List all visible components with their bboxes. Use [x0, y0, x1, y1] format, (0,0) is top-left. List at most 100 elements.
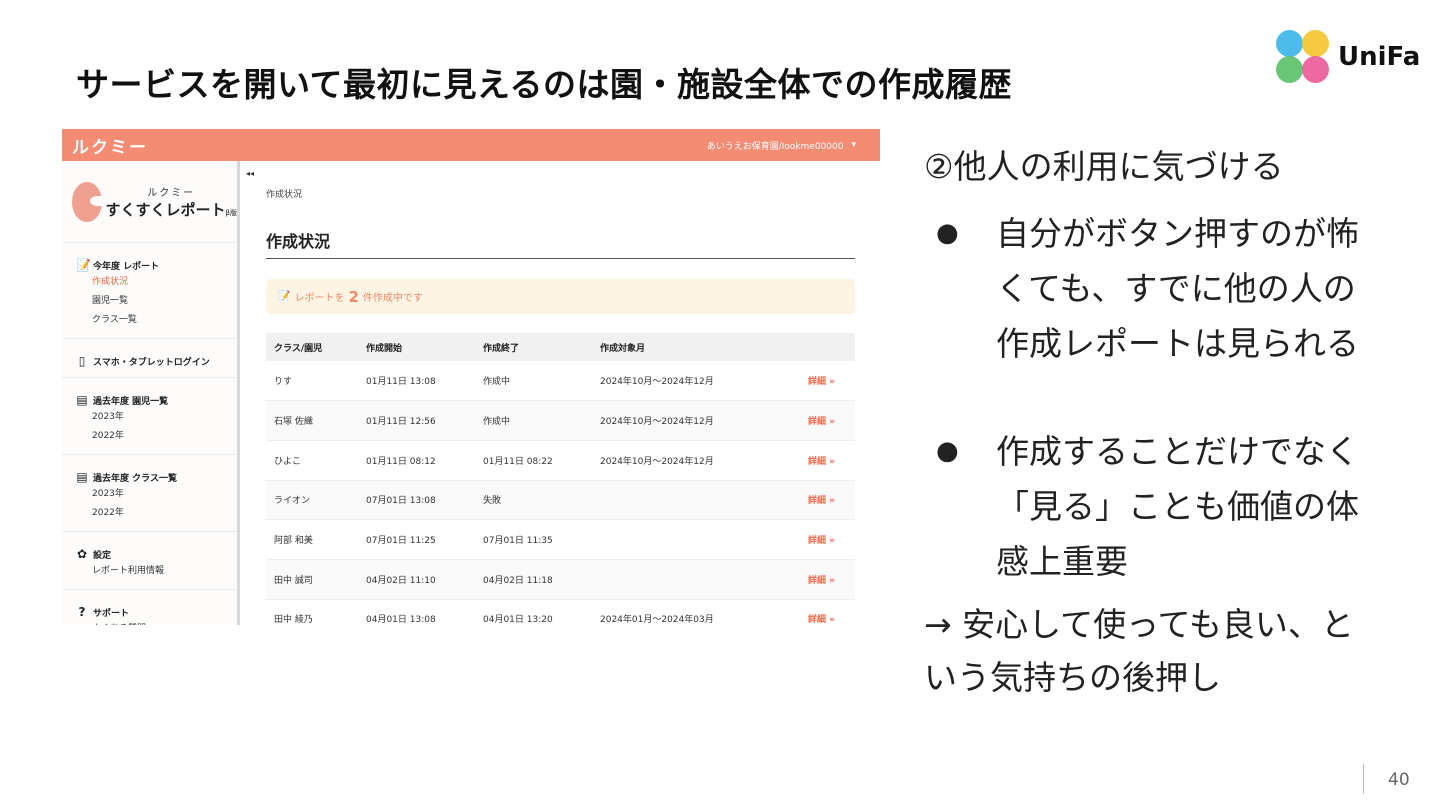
account-menu[interactable]: あいうえお保育園/lookme00000 ▾: [707, 139, 870, 152]
sidebar-section-title: 過去年度 園児一覧: [93, 396, 169, 407]
page-divider: [1363, 764, 1364, 794]
table-row: ライオン 07月01日 13:08 失敗 詳細 »: [266, 480, 855, 521]
sidebar-section: 📝 今年度 レポート 作成状況 園児一覧 クラス一覧: [62, 243, 237, 339]
sidebar-item[interactable]: 2023年: [76, 408, 237, 427]
table-row: 石塚 佐織 01月11日 12:56 作成中 2024年10月〜2024年12月 詳細 …: [266, 400, 855, 441]
sidebar-item[interactable]: よくある質問: [76, 620, 237, 625]
table-cell: 田中 誠司: [266, 559, 358, 600]
brand-beta: β版: [225, 208, 237, 217]
sidebar-section-title: 設定: [93, 550, 112, 561]
table-cell: ひよこ: [266, 440, 358, 481]
sidebar-section: ▤ 過去年度 園児一覧 2023年 2022年: [62, 378, 237, 455]
sidebar-item[interactable]: クラス一覧: [76, 311, 237, 330]
app-header: ルクミー あいうえお保育園/lookme00000 ▾: [62, 129, 880, 161]
breadcrumb: 作成状況: [266, 190, 303, 200]
detail-link[interactable]: 詳細 »: [800, 599, 855, 625]
in-progress-count: 2: [348, 287, 359, 306]
sidebar-section-header[interactable]: ▤ 過去年度 園児一覧: [76, 392, 237, 408]
table-row: りす 01月11日 13:08 作成中 2024年10月〜2024年12月 詳細 »: [266, 361, 855, 402]
gear-icon: ✿: [76, 547, 88, 561]
in-progress-notice: 📝 レポートを 2 件作成中です: [266, 279, 855, 314]
detail-link[interactable]: 詳細 »: [800, 440, 855, 481]
sidebar-brand[interactable]: ルクミー すくすくレポートβ版: [62, 161, 237, 243]
column-header: [800, 333, 855, 361]
sidebar-section-title: 過去年度 クラス一覧: [93, 473, 177, 484]
sidebar-section-header[interactable]: ▤ 過去年度 クラス一覧: [76, 469, 237, 485]
brand-main: すくすくレポート: [105, 200, 226, 219]
slide-title: サービスを開いて最初に見えるのは園・施設全体での作成履歴: [76, 65, 1013, 104]
column-header: 作成開始: [366, 343, 403, 354]
sidebar-item[interactable]: 2023年: [76, 485, 237, 504]
table-cell: 2024年10月〜2024年12月: [592, 440, 800, 481]
report-icon: 📝: [278, 291, 291, 302]
table-row: 田中 綾乃 04月01日 13:08 04月01日 13:20 2024年01月〜20…: [266, 599, 855, 625]
sidebar-section-header[interactable]: ? サポート: [76, 604, 237, 620]
logo-mark-icon: [1276, 30, 1330, 84]
table-cell: 阿部 和美: [266, 519, 358, 560]
column-header: 作成終了: [483, 343, 520, 354]
table-cell: ライオン: [266, 480, 358, 521]
table-row: ひよこ 01月11日 08:12 01月11日 08:22 2024年10月〜2024…: [266, 440, 855, 481]
table-cell: 石塚 佐織: [266, 400, 358, 441]
bullet-dot-icon: ●: [936, 436, 959, 466]
table-cell: 07月01日 11:35: [475, 519, 592, 560]
column-header: 作成対象月: [600, 343, 646, 354]
page-heading: 作成状況: [266, 228, 855, 259]
sidebar-section-header[interactable]: ✿ 設定: [76, 546, 237, 562]
bullet-text: 作成することだけでなく「見る」ことも価値の体感上重要: [996, 432, 1359, 581]
book-icon: ▤: [76, 470, 88, 484]
detail-link[interactable]: 詳細 »: [800, 559, 855, 600]
report-icon: 📝: [76, 258, 91, 272]
detail-link[interactable]: 詳細 »: [800, 519, 855, 560]
table-cell: 2024年01月〜2024年03月: [592, 599, 800, 625]
sidebar-item[interactable]: 園児一覧: [76, 292, 237, 311]
detail-link[interactable]: 詳細 »: [800, 480, 855, 521]
detail-link[interactable]: 詳細 »: [800, 361, 855, 402]
table-row: 田中 誠司 04月02日 11:10 04月02日 11:18 詳細 »: [266, 559, 855, 600]
table-cell: 01月11日 08:12: [358, 440, 475, 481]
collapse-sidebar-icon[interactable]: ◂◂: [246, 169, 254, 178]
table-cell: 07月01日 11:25: [358, 519, 475, 560]
sidebar-section: ▤ 過去年度 クラス一覧 2023年 2022年: [62, 455, 237, 532]
sidebar-item[interactable]: 2022年: [76, 504, 237, 523]
help-icon: ?: [78, 605, 86, 619]
table-cell: [592, 519, 800, 560]
sidebar-item[interactable]: レポート利用情報: [76, 562, 237, 581]
sidebar-section: ✿ 設定 レポート利用情報: [62, 532, 237, 590]
sidebar-section-title: 今年度 レポート: [93, 261, 160, 272]
conclusion-text: → 安心して使っても良い、という気持ちの後押し: [924, 605, 1354, 697]
unifa-logo: UniFa: [1276, 30, 1420, 84]
app-logo[interactable]: ルクミー: [72, 133, 148, 158]
table-cell: 01月11日 12:56: [358, 400, 475, 441]
table-cell: 作成中: [475, 400, 592, 441]
table-cell: 04月01日 13:20: [475, 599, 592, 625]
table-cell: [592, 559, 800, 600]
bullet-dot-icon: ●: [936, 218, 959, 248]
table-cell: 田中 綾乃: [266, 599, 358, 625]
app-screenshot: ルクミー あいうえお保育園/lookme00000 ▾ ルクミー すくすくレポー…: [62, 129, 880, 625]
table-cell: [592, 480, 800, 521]
point-heading: ②他人の利用に気づける: [924, 147, 1284, 186]
table-cell: 2024年10月〜2024年12月: [592, 400, 800, 441]
table-cell: 01月11日 08:22: [475, 440, 592, 481]
sidebar-section: ▯ スマホ・タブレットログイン: [62, 339, 237, 378]
sidebar-item[interactable]: 2022年: [76, 427, 237, 446]
chevron-down-icon: ▾: [851, 140, 856, 150]
table-cell: 失敗: [475, 480, 592, 521]
table-cell: 04月01日 13:08: [358, 599, 475, 625]
table-cell: りす: [266, 361, 358, 402]
sidebar-section-header[interactable]: 📝 今年度 レポート: [76, 257, 237, 273]
phone-icon: ▯: [78, 354, 86, 368]
table-row: 阿部 和美 07月01日 11:25 07月01日 11:35 詳細 »: [266, 519, 855, 560]
sidebar-section-title: サポート: [93, 608, 130, 619]
detail-link[interactable]: 詳細 »: [800, 400, 855, 441]
history-table: クラス/園児 作成開始 作成終了 作成対象月 りす 01月11日 13:08 作成中 202…: [266, 333, 855, 625]
sidebar-item[interactable]: 作成状況: [76, 273, 237, 292]
book-icon: ▤: [76, 393, 88, 407]
sidebar-section: ? サポートよくある質問: [62, 590, 237, 625]
table-cell: 04月02日 11:18: [475, 559, 592, 600]
table-cell: 01月11日 13:08: [358, 361, 475, 402]
brand-top: ルクミー: [147, 187, 196, 199]
sidebar-section-header[interactable]: ▯ スマホ・タブレットログイン: [76, 353, 237, 369]
sidebar: ルクミー すくすくレポートβ版 📝 今年度 レポート 作成状況 園児一覧 クラス一覧 ▯ ス…: [62, 161, 240, 625]
